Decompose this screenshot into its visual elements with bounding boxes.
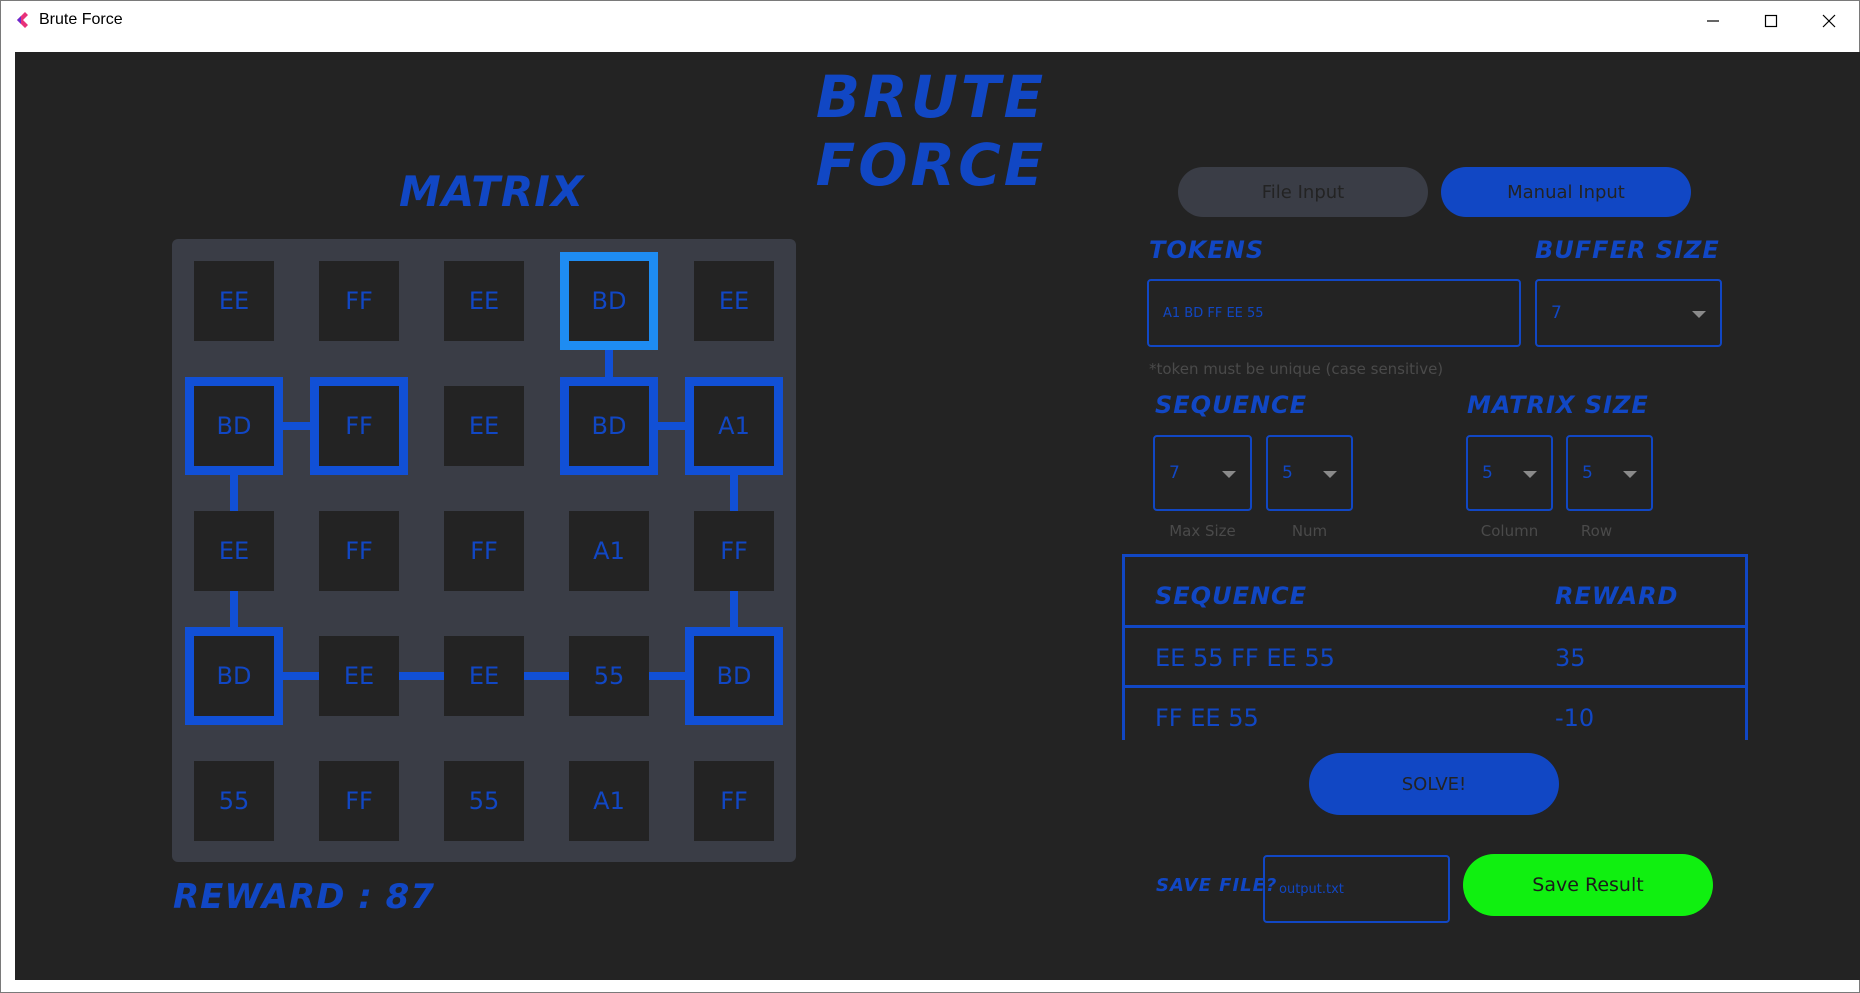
matrix-panel: EE FF EE BD EE BD FF EE BD A1 EE FF FF A1 FF BD EE EE 55 BD… (172, 239, 796, 862)
maximize-icon (1764, 14, 1778, 28)
matrix-cell[interactable]: EE (194, 261, 274, 341)
row-caption: Row (1580, 522, 1613, 540)
matrix-cell[interactable]: A1 (569, 761, 649, 841)
matrix-cell[interactable]: EE (194, 511, 274, 591)
matrix-cell-selected[interactable]: A1 (685, 377, 783, 475)
matrix-cell[interactable]: FF (319, 261, 399, 341)
sequence-num-dropdown[interactable]: 5 (1266, 435, 1353, 511)
tokens-hint: *token must be unique (case sensitive) (1149, 360, 1444, 378)
matrix-cell[interactable]: FF (694, 511, 774, 591)
matrix-cell-selected[interactable]: FF (310, 377, 408, 475)
matrix-cell[interactable]: FF (319, 511, 399, 591)
matrix-row-value: 5 (1582, 463, 1593, 483)
matrix-column-dropdown[interactable]: 5 (1466, 435, 1553, 511)
maximize-button[interactable] (1742, 1, 1800, 41)
close-button[interactable] (1800, 1, 1858, 41)
chevron-down-icon (1523, 471, 1537, 478)
solve-button[interactable]: SOLVE! (1309, 753, 1559, 815)
matrix-cell[interactable]: EE (444, 261, 524, 341)
tab-file-input[interactable]: File Input (1178, 167, 1428, 217)
reward-cell: -10 (1555, 704, 1595, 732)
matrix-cell[interactable]: FF (444, 511, 524, 591)
chevron-down-icon (1222, 471, 1236, 478)
save-file-label: SAVE FILE? (1156, 875, 1278, 896)
chevron-down-icon (1692, 311, 1706, 318)
buffer-size-heading: BUFFER SIZE (1535, 236, 1720, 264)
matrix-cell-selected[interactable]: BD (185, 377, 283, 475)
save-filename-input[interactable]: output.txt (1263, 855, 1450, 923)
sequence-column-header: SEQUENCE (1155, 582, 1308, 610)
num-caption: Num (1291, 522, 1328, 540)
matrix-cell[interactable]: EE (319, 636, 399, 716)
tokens-heading: TOKENS (1149, 236, 1265, 264)
sequence-cell: FF EE 55 (1155, 704, 1259, 732)
max-size-caption: Max Size (1169, 522, 1236, 540)
matrix-cell-selected[interactable]: BD (185, 627, 283, 725)
close-icon (1822, 14, 1836, 28)
matrix-cell[interactable]: 55 (569, 636, 649, 716)
reward-column-header: REWARD (1555, 582, 1679, 610)
matrix-cell-start[interactable]: BD (560, 252, 658, 350)
matrix-cell-selected[interactable]: BD (560, 377, 658, 475)
app-window: Brute Force BRUTE FORCE MATRIX EE FF EE BD E… (0, 0, 1860, 993)
sequence-max-size-dropdown[interactable]: 7 (1153, 435, 1252, 511)
table-row: EE 55 FF EE 55 35 (1125, 628, 1745, 688)
sequence-max-size-value: 7 (1169, 463, 1180, 483)
matrix-cell[interactable]: A1 (569, 511, 649, 591)
sequence-num-value: 5 (1282, 463, 1293, 483)
buffer-size-dropdown[interactable]: 7 (1535, 279, 1722, 347)
matrix-column-value: 5 (1482, 463, 1493, 483)
matrix-cell[interactable]: FF (694, 761, 774, 841)
matrix-row-dropdown[interactable]: 5 (1566, 435, 1653, 511)
buffer-size-value: 7 (1551, 303, 1562, 323)
app-logo-icon (17, 12, 28, 28)
matrix-cell[interactable]: EE (444, 386, 524, 466)
sequence-table[interactable]: SEQUENCE REWARD EE 55 FF EE 55 35 FF EE … (1122, 554, 1748, 740)
sequence-table-header: SEQUENCE REWARD (1125, 557, 1745, 628)
matrix-size-heading: MATRIX SIZE (1467, 391, 1649, 419)
matrix-cell-selected[interactable]: BD (685, 627, 783, 725)
reward-cell: 35 (1555, 644, 1586, 672)
table-row: FF EE 55 -10 (1125, 688, 1745, 740)
matrix-cell[interactable]: EE (444, 636, 524, 716)
save-result-button[interactable]: Save Result (1463, 854, 1713, 916)
sequence-heading: SEQUENCE (1155, 391, 1308, 419)
chevron-down-icon (1623, 471, 1637, 478)
matrix-cell[interactable]: FF (319, 761, 399, 841)
column-caption: Column (1480, 522, 1539, 540)
window-title: Brute Force (39, 11, 123, 28)
title-bar: Brute Force (1, 1, 1859, 41)
matrix-cell[interactable]: 55 (194, 761, 274, 841)
matrix-cell[interactable]: 55 (444, 761, 524, 841)
minimize-button[interactable] (1684, 1, 1742, 41)
reward-total: REWARD : 87 (173, 877, 435, 917)
minimize-icon (1707, 20, 1719, 22)
matrix-heading: MATRIX (399, 167, 585, 216)
chevron-down-icon (1323, 471, 1337, 478)
tab-manual-input[interactable]: Manual Input (1441, 167, 1691, 217)
app-title: BRUTE FORCE (815, 63, 1047, 199)
sequence-cell: EE 55 FF EE 55 (1155, 644, 1335, 672)
tokens-input[interactable]: A1 BD FF EE 55 (1147, 279, 1521, 347)
matrix-cell[interactable]: EE (694, 261, 774, 341)
